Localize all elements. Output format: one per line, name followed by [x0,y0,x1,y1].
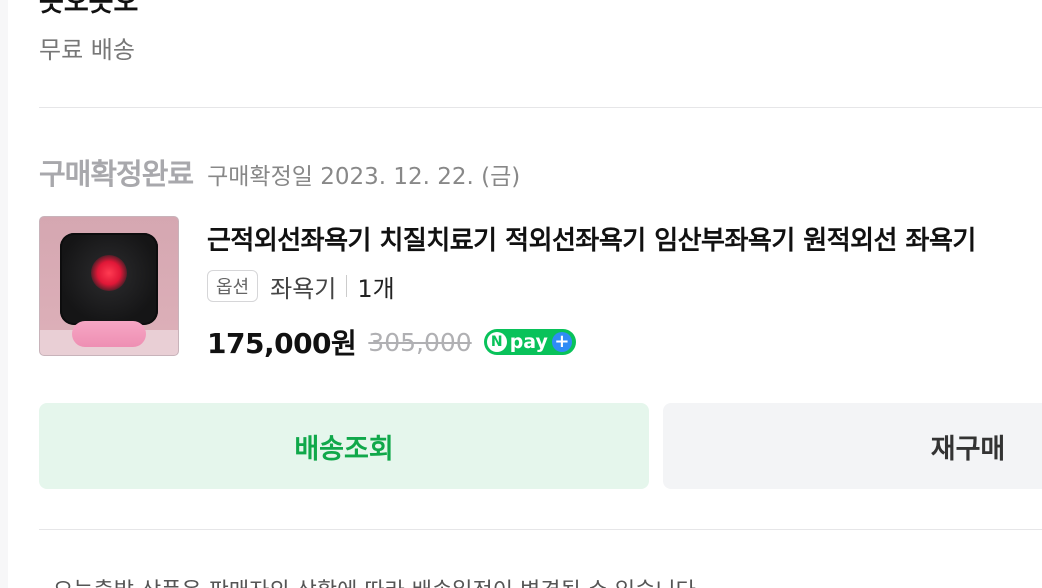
order-card: 옷오옷오 무료 배송 구매확정완료 구매확정일 2023. 12. 22. (금… [8,0,1042,588]
sale-price: 175,000원 [207,327,357,360]
product-image-led [91,255,127,291]
option-text: 좌욕기 [270,274,337,303]
product-image-base [72,321,146,347]
confirm-date: 구매확정일 2023. 12. 22. (금) [207,164,521,190]
option-separator [346,275,348,297]
option-row: 옵션 좌욕기 1개 [207,269,395,303]
order-status-row: 구매확정완료 구매확정일 2023. 12. 22. (금) [39,151,520,193]
rebuy-button[interactable]: 재구매 [663,403,1042,489]
npay-plus-icon: + [551,332,572,352]
divider [39,107,1042,108]
npay-label: pay [509,331,548,353]
original-price: 305,000 [368,327,472,357]
track-delivery-button[interactable]: 배송조회 [39,403,649,489]
product-thumbnail[interactable] [39,216,179,356]
divider [39,529,1042,530]
order-status-label: 구매확정완료 [39,157,194,191]
shipping-notice: · 오늘출발 상품은 판매자의 상황에 따라 배송일정이 변경될 수 있습니다. [39,573,703,588]
npay-n-icon: N [486,332,507,352]
quantity: 1개 [357,274,395,303]
price-row: 175,000원 305,000 N pay + [207,322,576,362]
option-badge: 옵션 [207,270,259,302]
shipping-info: 무료 배송 [39,36,135,64]
npay-plus-badge: N pay + [483,329,576,355]
product-name[interactable]: 근적외선좌욕기 치질치료기 적외선좌욕기 임산부좌욕기 원적외선 좌욕기 [207,220,976,257]
seller-name[interactable]: 옷오옷오 [39,0,138,19]
